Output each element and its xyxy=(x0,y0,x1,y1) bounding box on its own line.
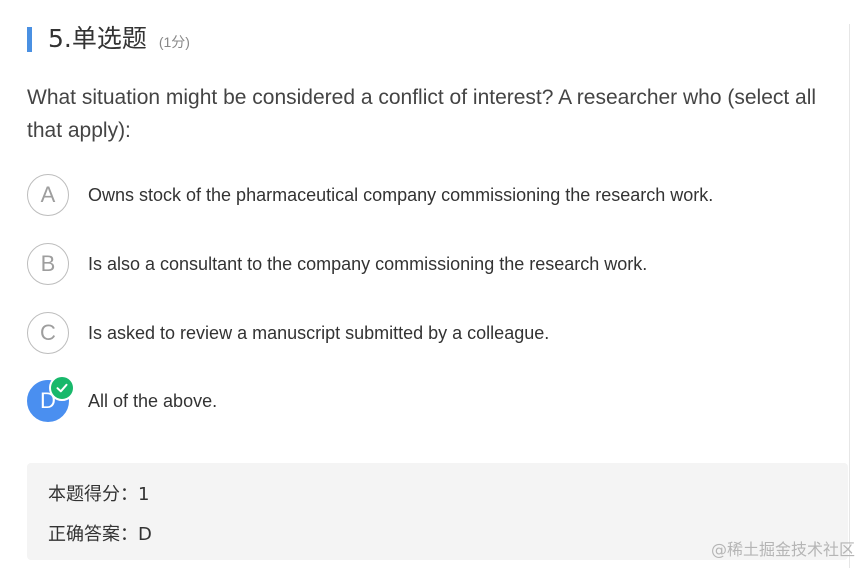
question-title: 5.单选题 xyxy=(48,24,147,53)
option-c-letter[interactable]: C xyxy=(27,312,69,354)
option-d-text: All of the above. xyxy=(88,390,218,411)
watermark: @稀土掘金技术社区 xyxy=(710,540,855,559)
option-d-letter[interactable]: D xyxy=(27,375,75,422)
option-c-text: Is asked to review a manuscript submitte… xyxy=(88,322,550,343)
option-b[interactable]: B Is also a consultant to the company co… xyxy=(27,243,647,285)
option-a-letter[interactable]: A xyxy=(27,174,69,216)
option-a-text: Owns stock of the pharmaceutical company… xyxy=(88,184,714,205)
option-b-letter[interactable]: B xyxy=(27,243,69,285)
page-right-border xyxy=(849,24,850,568)
option-c[interactable]: C Is asked to review a manuscript submit… xyxy=(27,312,549,354)
question-stem: What situation might be considered a con… xyxy=(27,86,817,142)
check-icon xyxy=(49,375,75,401)
question-header: 5.单选题 (1分) xyxy=(27,24,190,54)
correct-answer-line: 正确答案：D xyxy=(48,524,152,545)
score-line: 本题得分：1 xyxy=(48,484,150,505)
question-score: (1分) xyxy=(158,34,190,50)
option-a[interactable]: A Owns stock of the pharmaceutical compa… xyxy=(27,174,713,216)
option-d[interactable]: D All of the above. xyxy=(27,375,218,422)
option-b-text: Is also a consultant to the company comm… xyxy=(88,253,648,274)
accent-bar xyxy=(27,26,32,52)
